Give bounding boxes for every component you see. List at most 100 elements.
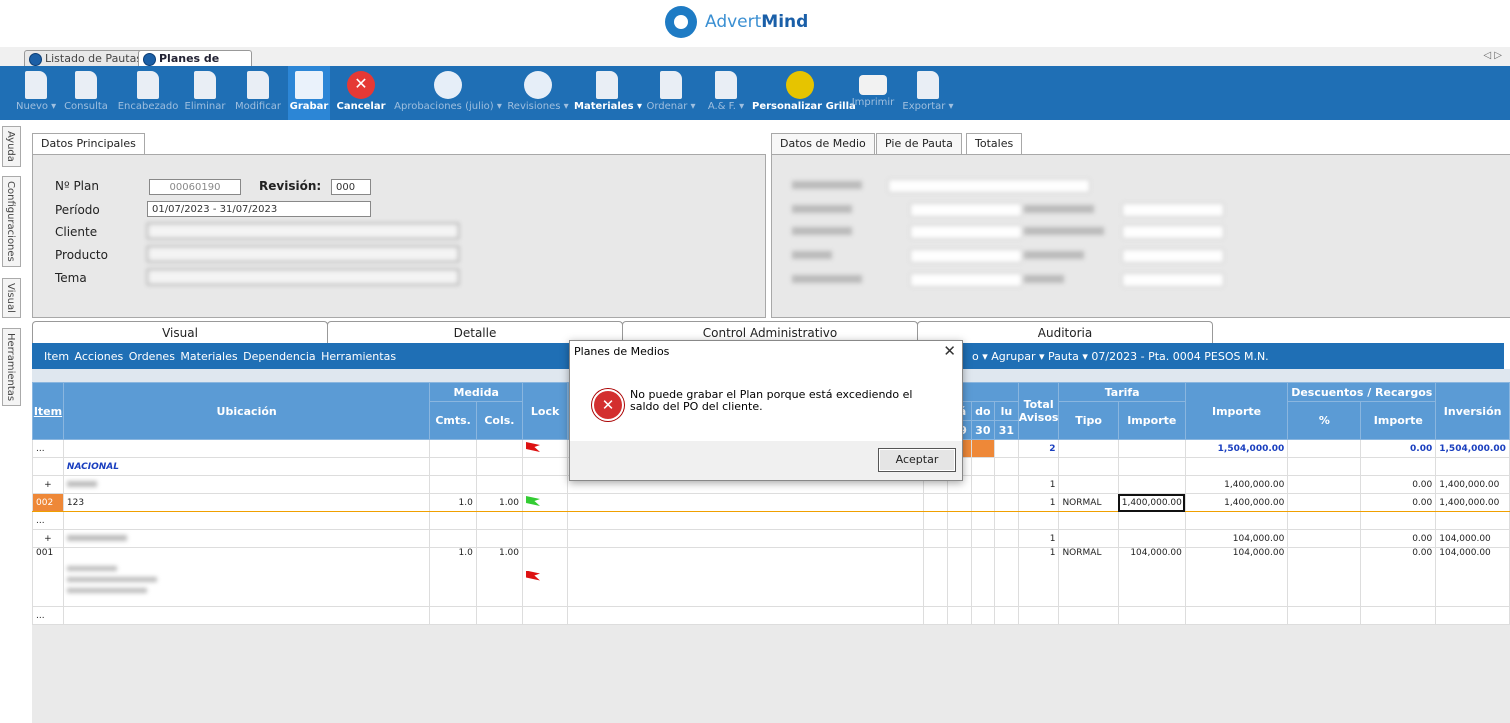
side-tab-ayuda[interactable]: Ayuda bbox=[2, 126, 21, 167]
cell-tipo[interactable] bbox=[1058, 606, 1119, 625]
tema-field[interactable] bbox=[147, 269, 459, 285]
cell-inversion[interactable] bbox=[1435, 606, 1510, 625]
cell-lock[interactable] bbox=[522, 475, 569, 494]
producto-field[interactable] bbox=[147, 246, 459, 262]
cell-desc-importe[interactable]: 0.00 bbox=[1360, 493, 1437, 512]
encabezado-button[interactable]: Encabezado bbox=[116, 66, 180, 120]
cell-item[interactable] bbox=[32, 457, 64, 476]
cell-importe[interactable] bbox=[1184, 606, 1289, 625]
cell-day[interactable] bbox=[994, 511, 1019, 530]
cell-day[interactable] bbox=[923, 511, 948, 530]
cell-total[interactable]: 1 bbox=[1017, 547, 1060, 607]
col-cmts[interactable]: Cmts. bbox=[429, 401, 477, 440]
cell-inversion[interactable]: 104,000.00 bbox=[1435, 529, 1510, 548]
table-row[interactable]: + 1 104,000.00 0.00 104,000.00 bbox=[32, 529, 1510, 548]
col-cols[interactable]: Cols. bbox=[475, 401, 524, 440]
cell-day[interactable] bbox=[994, 547, 1019, 607]
cell-total[interactable]: 1 bbox=[1017, 475, 1060, 494]
table-row-selected[interactable]: 002 123 1.0 1.00 1 NORMAL 1,400,000.00 1… bbox=[32, 493, 1510, 512]
cell-tarifa[interactable] bbox=[1117, 606, 1186, 625]
cell-day[interactable] bbox=[970, 475, 996, 494]
cell-cols[interactable] bbox=[475, 529, 524, 548]
tab-datos-principales[interactable]: Datos Principales bbox=[32, 133, 145, 154]
cell-lock[interactable] bbox=[522, 547, 569, 607]
cell-importe[interactable]: 104,000.00 bbox=[1184, 529, 1289, 548]
cell-tipo[interactable] bbox=[1058, 457, 1119, 476]
cell-lock[interactable] bbox=[522, 529, 569, 548]
cell-importe[interactable] bbox=[1184, 457, 1289, 476]
cell-desc-importe[interactable]: 0.00 bbox=[1360, 547, 1437, 607]
table-row[interactable]: ... bbox=[32, 511, 1510, 530]
cell-inversion[interactable]: 1,504,000.00 bbox=[1435, 439, 1510, 458]
modificar-button[interactable]: Modificar bbox=[232, 66, 284, 120]
cell-cols[interactable] bbox=[475, 475, 524, 494]
cell-cols[interactable] bbox=[475, 511, 524, 530]
cell-lock[interactable] bbox=[522, 606, 569, 625]
cell-desc-importe[interactable] bbox=[1360, 606, 1437, 625]
ordenar-button[interactable]: Ordenar ▾ bbox=[642, 66, 700, 120]
cell-day[interactable] bbox=[994, 606, 1019, 625]
cell-tipo[interactable]: NORMAL bbox=[1058, 493, 1119, 512]
tab-scroll-arrows[interactable]: ◁ ▷ bbox=[1483, 50, 1502, 61]
cell-item[interactable]: + bbox=[32, 475, 64, 494]
cell-pct[interactable] bbox=[1287, 457, 1362, 476]
col-desc-importe[interactable]: Importe bbox=[1360, 401, 1437, 440]
doc-tab-planes[interactable]: Planes de Medios bbox=[138, 50, 252, 81]
cell-day[interactable] bbox=[946, 529, 972, 548]
cell-pct[interactable] bbox=[1287, 475, 1362, 494]
cell-item[interactable]: ... bbox=[32, 606, 64, 625]
af-button[interactable]: A.& F. ▾ bbox=[702, 66, 750, 120]
tab-visual[interactable]: Visual bbox=[32, 321, 328, 344]
cliente-field[interactable] bbox=[147, 223, 459, 239]
cell-desc-importe[interactable] bbox=[1360, 511, 1437, 530]
cell-desc-importe[interactable] bbox=[1360, 457, 1437, 476]
aprobaciones-button[interactable]: Aprobaciones (julio) ▾ bbox=[392, 66, 504, 120]
cell-lock[interactable] bbox=[522, 439, 569, 458]
cell-day[interactable] bbox=[970, 511, 996, 530]
cell-importe[interactable]: 104,000.00 bbox=[1184, 547, 1289, 607]
cell-tarifa[interactable] bbox=[1117, 439, 1186, 458]
cell-day[interactable] bbox=[994, 475, 1019, 494]
cell-pct[interactable] bbox=[1287, 547, 1362, 607]
cell-tipo[interactable] bbox=[1058, 529, 1119, 548]
materiales-button[interactable]: Materiales ▾ bbox=[574, 66, 642, 120]
cell-ubicacion[interactable] bbox=[62, 511, 431, 530]
cell-total[interactable] bbox=[1017, 457, 1060, 476]
eliminar-button[interactable]: Eliminar bbox=[182, 66, 228, 120]
aceptar-button[interactable]: Aceptar bbox=[878, 448, 956, 472]
cell-ubicacion[interactable] bbox=[62, 475, 431, 494]
cell-cols[interactable] bbox=[475, 457, 524, 476]
cell-cmts[interactable] bbox=[429, 529, 477, 548]
cell-importe[interactable]: 1,504,000.00 bbox=[1184, 439, 1289, 458]
nuevo-button[interactable]: Nuevo ▾ bbox=[16, 66, 56, 120]
cell-lock[interactable] bbox=[522, 511, 569, 530]
grid-menu-right[interactable]: o ▾ Agrupar ▾ Pauta ▾ 07/2023 - Pta. 000… bbox=[972, 350, 1269, 363]
cell-tarifa[interactable]: 104,000.00 bbox=[1117, 547, 1186, 607]
cell-cmts[interactable]: 1.0 bbox=[429, 493, 477, 512]
cell-tipo[interactable]: NORMAL bbox=[1058, 547, 1119, 607]
cell-tarifa[interactable]: 1,400,000.00 bbox=[1117, 493, 1186, 512]
cell-desc-importe[interactable]: 0.00 bbox=[1360, 439, 1437, 458]
cell-total[interactable]: 2 bbox=[1017, 439, 1060, 458]
revision-field[interactable]: 000 bbox=[331, 179, 371, 195]
dialog-close-icon[interactable]: ✕ bbox=[943, 342, 956, 360]
col-item[interactable]: Item bbox=[32, 382, 64, 440]
cell-day[interactable] bbox=[994, 493, 1019, 512]
cell-cmts[interactable] bbox=[429, 439, 477, 458]
cell-item[interactable]: ... bbox=[32, 511, 64, 530]
cell-day[interactable] bbox=[970, 457, 996, 476]
cell-inversion[interactable] bbox=[1435, 511, 1510, 530]
col-lock[interactable]: Lock bbox=[522, 382, 569, 440]
cell-pct[interactable] bbox=[1287, 439, 1362, 458]
cell-importe[interactable] bbox=[1184, 511, 1289, 530]
cell-item[interactable]: 002 bbox=[32, 493, 64, 512]
cancelar-button[interactable]: Cancelar bbox=[336, 66, 386, 120]
cell-day[interactable] bbox=[970, 493, 996, 512]
cell-cmts[interactable] bbox=[429, 606, 477, 625]
table-row[interactable]: 001 1.0 1.00 1 NORMAL 104,000.00 104,000… bbox=[32, 547, 1510, 607]
cell-cmts[interactable]: 1.0 bbox=[429, 547, 477, 607]
col-inversion[interactable]: Inversión bbox=[1435, 382, 1510, 440]
cell-day[interactable] bbox=[946, 493, 972, 512]
cell-tipo[interactable] bbox=[1058, 511, 1119, 530]
tab-pie-de-pauta[interactable]: Pie de Pauta bbox=[876, 133, 962, 154]
